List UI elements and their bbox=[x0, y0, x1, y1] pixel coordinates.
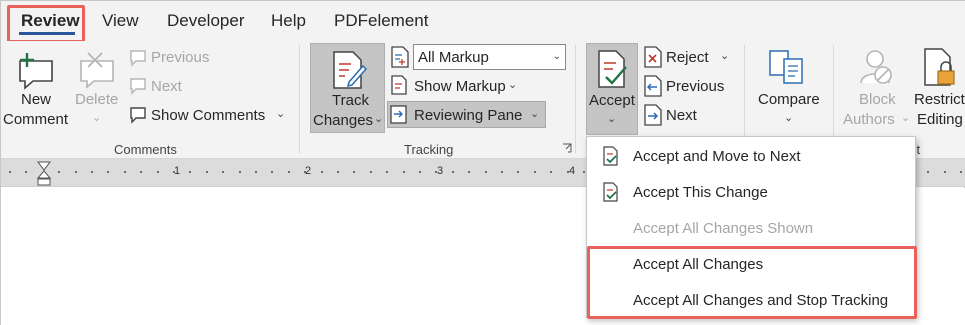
chevron-down-icon: ⌄ bbox=[276, 108, 286, 120]
ruler-tick bbox=[91, 171, 93, 173]
chevron-down-icon: ⌄ bbox=[784, 112, 794, 124]
ruler-tick bbox=[517, 171, 520, 173]
ruler-tick bbox=[271, 171, 274, 173]
accept-icon bbox=[596, 49, 630, 91]
ruler-number: 1 bbox=[174, 165, 181, 177]
ruler-tick bbox=[402, 171, 405, 173]
ruler-tick bbox=[58, 171, 61, 173]
ruler-tick bbox=[943, 171, 946, 173]
reject-icon bbox=[643, 46, 663, 68]
ruler-tick bbox=[189, 171, 192, 173]
tab-pdfelement[interactable]: PDFelement bbox=[334, 11, 428, 31]
reviewing-pane-icon bbox=[390, 105, 408, 125]
ruler-tick bbox=[960, 171, 963, 173]
ruler-tick bbox=[550, 171, 553, 173]
block-authors-icon bbox=[859, 47, 895, 87]
show-markup-icon bbox=[390, 75, 408, 95]
ruler-tick bbox=[320, 171, 323, 173]
accept-and-move-icon bbox=[601, 146, 621, 166]
show-comments-icon bbox=[128, 106, 148, 124]
chevron-down-icon: ⌄ bbox=[374, 113, 384, 125]
restrict-editing-icon bbox=[922, 47, 958, 87]
tab-help[interactable]: Help bbox=[271, 11, 306, 31]
ruler-tick bbox=[533, 171, 536, 173]
ruler-tick bbox=[386, 171, 389, 173]
ruler-tick bbox=[369, 171, 372, 173]
previous-comment-icon bbox=[128, 49, 148, 67]
ruler-tick bbox=[140, 171, 143, 173]
accept-button[interactable]: Accept ⌄ bbox=[586, 43, 638, 135]
next-comment-icon bbox=[128, 77, 148, 95]
ruler-tick bbox=[123, 171, 126, 173]
accept-this-change-icon bbox=[601, 182, 621, 202]
ruler-tick bbox=[484, 171, 487, 173]
chevron-down-icon: ⌄ bbox=[530, 108, 540, 120]
menu-item-accept-and-move-to-next[interactable]: Accept and Move to Next bbox=[587, 138, 915, 174]
ruler-tick bbox=[255, 171, 257, 173]
ruler-tick bbox=[337, 171, 339, 173]
compare-icon bbox=[768, 49, 808, 87]
markup-select[interactable]: All Markup ⌄ bbox=[413, 44, 566, 70]
chevron-down-icon: ⌄ bbox=[607, 113, 617, 125]
chevron-down-icon: ⌄ bbox=[92, 112, 102, 124]
delete-comment-icon bbox=[78, 51, 118, 91]
group-separator bbox=[299, 45, 300, 153]
next-change-icon bbox=[643, 104, 663, 126]
ruler-tick bbox=[583, 171, 585, 173]
tab-view[interactable]: View bbox=[102, 11, 139, 31]
word-window: Review View Developer Help PDFelement Ne… bbox=[0, 0, 965, 325]
ruler-tick bbox=[9, 171, 11, 173]
ruler-tick bbox=[222, 171, 225, 173]
ruler-number: 2 bbox=[305, 165, 312, 177]
ruler-number: 3 bbox=[437, 165, 444, 177]
indent-marker-icon[interactable] bbox=[37, 161, 51, 187]
display-for-review-icon bbox=[390, 46, 410, 68]
ruler-tick bbox=[156, 171, 159, 173]
reviewing-pane-button[interactable]: Reviewing Pane ⌄ bbox=[387, 101, 546, 128]
group-separator bbox=[575, 45, 576, 153]
review-tab-highlight bbox=[7, 5, 85, 43]
ruler-tick bbox=[501, 171, 503, 173]
ruler-tick bbox=[927, 171, 930, 173]
tab-developer[interactable]: Developer bbox=[167, 11, 245, 31]
ruler-tick bbox=[451, 171, 454, 173]
group-label-comments: Comments bbox=[114, 142, 177, 157]
previous-change-icon bbox=[643, 75, 663, 97]
chevron-down-icon: ⌄ bbox=[508, 79, 518, 91]
ruler-tick bbox=[74, 171, 77, 173]
ruler-tick bbox=[238, 171, 241, 173]
ruler-tick bbox=[25, 171, 28, 173]
menu-item-accept-this-change[interactable]: Accept This Change bbox=[587, 174, 915, 210]
ruler-tick bbox=[468, 171, 471, 173]
track-changes-icon bbox=[331, 50, 367, 90]
ruler-tick bbox=[287, 171, 290, 173]
ruler-tick bbox=[353, 171, 356, 173]
menu-item-accept-all-changes-shown: Accept All Changes Shown bbox=[633, 220, 814, 237]
ruler-tick bbox=[107, 171, 110, 173]
dialog-launcher-icon[interactable] bbox=[562, 143, 572, 153]
chevron-down-icon: ⌄ bbox=[552, 51, 561, 62]
chevron-down-icon: ⌄ bbox=[720, 50, 730, 62]
track-changes-button[interactable]: Track Changes ⌄ bbox=[310, 43, 385, 133]
new-comment-icon bbox=[15, 51, 57, 91]
ruler-tick bbox=[205, 171, 208, 173]
ribbon-tab-bar: Review View Developer Help PDFelement bbox=[1, 1, 965, 43]
ruler-number: 4 bbox=[569, 165, 576, 177]
chevron-down-icon: ⌄ bbox=[901, 112, 911, 124]
group-label-tracking: Tracking bbox=[404, 142, 454, 157]
accept-all-highlight bbox=[587, 246, 917, 319]
ruler-tick bbox=[419, 171, 421, 173]
